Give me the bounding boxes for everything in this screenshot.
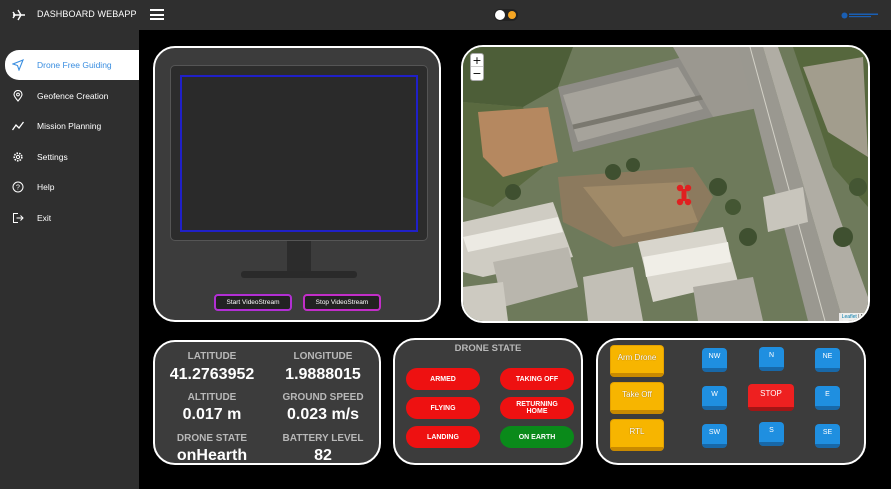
- sidebar-item-help[interactable]: ? Help: [0, 172, 139, 202]
- exit-icon: [13, 213, 24, 223]
- map-zoom-control: + −: [470, 53, 484, 81]
- state-on-earth-indicator: ON EARTH: [500, 426, 574, 448]
- gear-icon: [13, 152, 23, 162]
- sidebar-item-mission-planning[interactable]: Mission Planning: [0, 111, 139, 141]
- state-taking-off-indicator: TAKING OFF: [500, 368, 574, 390]
- ground-speed-label: GROUND SPEED: [282, 392, 364, 403]
- map-pin-icon: [13, 90, 23, 102]
- move-w-button[interactable]: W: [702, 386, 727, 410]
- move-n-button[interactable]: N: [759, 347, 784, 371]
- stop-videostream-button[interactable]: Stop VideoStream: [303, 294, 381, 311]
- drone-state-label: DRONE STATE: [176, 433, 248, 444]
- toggle-knob: [495, 10, 505, 20]
- hamburger-menu-icon[interactable]: [150, 9, 164, 20]
- move-sw-button[interactable]: SW: [702, 424, 727, 448]
- navigation-arrow-icon: [12, 59, 24, 71]
- help-circle-icon: ?: [12, 181, 24, 193]
- attribution-text: | M: [856, 314, 865, 320]
- institution-logo-icon: [841, 12, 878, 19]
- move-se-button[interactable]: SE: [815, 424, 840, 448]
- move-ne-button[interactable]: NE: [815, 348, 840, 372]
- chart-line-icon: [12, 121, 24, 131]
- video-stream-screen: [180, 75, 418, 232]
- top-bar: DASHBOARD WEBAPP: [0, 0, 891, 30]
- drone-state-title: DRONE STATE: [454, 343, 522, 354]
- sidebar-item-label: Exit: [37, 213, 52, 223]
- drone-marker-icon[interactable]: [676, 184, 692, 206]
- theme-toggle[interactable]: [494, 9, 518, 21]
- battery-level-value: 82: [314, 447, 332, 464]
- altitude-label: ALTITUDE: [187, 392, 237, 403]
- drone-state-value: onHearth: [176, 447, 248, 464]
- rtl-button[interactable]: RTL: [610, 419, 664, 451]
- drone-controls-panel: Arm Drone Take Off RTL NW N NE W STOP E …: [596, 338, 866, 465]
- sidebar-item-settings[interactable]: Settings: [0, 142, 139, 172]
- zoom-in-button[interactable]: +: [471, 54, 483, 67]
- svg-text:?: ?: [16, 185, 20, 192]
- sidebar-item-label: Settings: [37, 152, 68, 162]
- arm-drone-button[interactable]: Arm Drone: [610, 345, 664, 377]
- monitor-stand: [287, 241, 311, 271]
- map-panel[interactable]: + − Leaflet | M: [461, 45, 870, 323]
- state-landing-indicator: LANDING: [406, 426, 480, 448]
- video-monitor: [170, 65, 428, 241]
- drone-logo-icon: [12, 9, 25, 21]
- latitude-label: LATITUDE: [187, 351, 237, 362]
- satellite-map[interactable]: [463, 47, 868, 321]
- leaflet-link[interactable]: Leaflet: [842, 314, 857, 320]
- sidebar-item-drone-free-guiding[interactable]: Drone Free Guiding: [5, 50, 139, 80]
- map-attribution: Leaflet | M: [838, 313, 868, 321]
- sidebar: Drone Free Guiding Geofence Creation Mis…: [0, 30, 139, 489]
- ground-speed-value: 0.023 m/s: [286, 406, 360, 423]
- state-flying-indicator: FLYING: [406, 397, 480, 419]
- altitude-value: 0.017 m: [182, 406, 242, 423]
- battery-level-label: BATTERY LEVEL: [282, 433, 364, 444]
- sun-icon: [508, 11, 516, 19]
- stop-button[interactable]: STOP: [748, 384, 794, 411]
- monitor-base: [241, 271, 357, 278]
- take-off-button[interactable]: Take Off: [610, 382, 664, 414]
- sidebar-item-exit[interactable]: Exit: [0, 203, 139, 233]
- sidebar-item-label: Geofence Creation: [37, 91, 109, 101]
- move-s-button[interactable]: S: [759, 422, 784, 446]
- zoom-out-button[interactable]: −: [471, 67, 483, 80]
- sidebar-item-geofence-creation[interactable]: Geofence Creation: [0, 81, 139, 111]
- state-returning-home-indicator: RETURNING HOME: [500, 397, 574, 419]
- sidebar-item-label: Drone Free Guiding: [37, 60, 112, 70]
- move-e-button[interactable]: E: [815, 386, 840, 410]
- start-videostream-button[interactable]: Start VideoStream: [214, 294, 292, 311]
- longitude-value: 1.9888015: [285, 366, 361, 383]
- longitude-label: LONGITUDE: [293, 351, 353, 362]
- move-nw-button[interactable]: NW: [702, 348, 727, 372]
- telemetry-panel: LATITUDE 41.2763952 LONGITUDE 1.9888015 …: [153, 340, 381, 465]
- state-armed-indicator: ARMED: [406, 368, 480, 390]
- sidebar-item-label: Mission Planning: [37, 121, 102, 131]
- latitude-value: 41.2763952: [169, 366, 255, 383]
- returning-label: RETURNING: [516, 401, 558, 408]
- app-title: DASHBOARD WEBAPP: [37, 9, 137, 19]
- drone-state-panel: DRONE STATE ARMED TAKING OFF FLYING RETU…: [393, 338, 583, 465]
- sidebar-item-label: Help: [37, 182, 55, 192]
- video-panel: Start VideoStream Stop VideoStream: [153, 46, 441, 322]
- home-label: HOME: [526, 408, 548, 415]
